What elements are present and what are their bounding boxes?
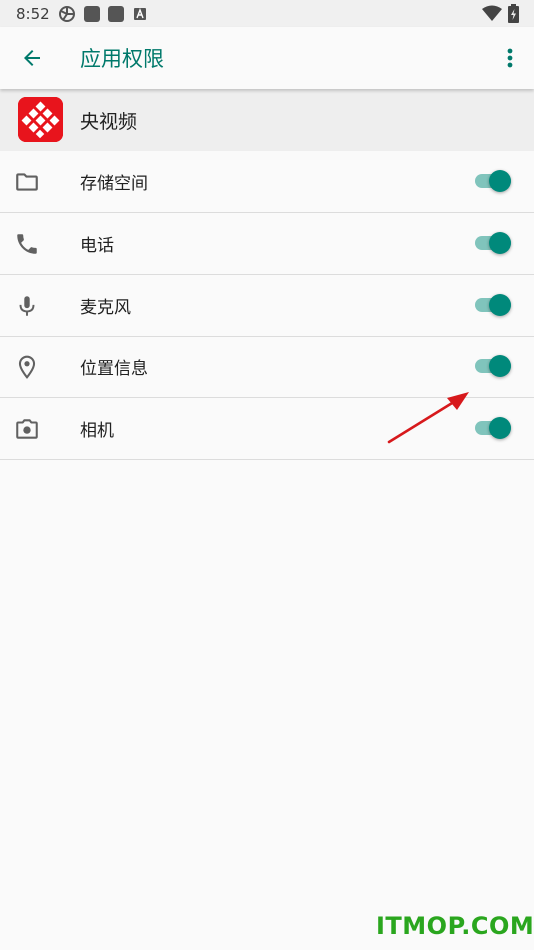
status-time: 8:52 bbox=[16, 5, 50, 23]
location-pin-icon bbox=[18, 355, 36, 379]
folder-icon bbox=[16, 173, 38, 191]
annotation-arrow-icon bbox=[387, 392, 469, 444]
wifi-icon bbox=[482, 5, 502, 21]
permission-label: 麦克风 bbox=[80, 298, 131, 318]
permission-switch-location[interactable] bbox=[473, 353, 515, 379]
permission-switch-storage[interactable] bbox=[473, 168, 515, 194]
permission-label: 相机 bbox=[80, 421, 114, 441]
permission-switch-phone[interactable] bbox=[473, 230, 515, 256]
permission-switch-camera[interactable] bbox=[473, 415, 515, 441]
app-bar: 应用权限 bbox=[0, 27, 534, 89]
cast-icon bbox=[59, 6, 75, 22]
app-name: 央视频 bbox=[80, 111, 138, 133]
permission-switch-microphone[interactable] bbox=[473, 292, 515, 318]
microphone-icon bbox=[19, 296, 35, 316]
square-icon bbox=[108, 6, 124, 22]
camera-icon bbox=[16, 419, 38, 439]
permission-label: 电话 bbox=[80, 236, 114, 256]
square-icon bbox=[84, 6, 100, 22]
arrow-left-icon[interactable] bbox=[20, 46, 44, 70]
more-vertical-icon[interactable] bbox=[500, 46, 520, 70]
permission-row-microphone[interactable]: 麦克风 bbox=[0, 275, 534, 337]
status-bar: 8:52 bbox=[0, 0, 534, 27]
permission-label: 位置信息 bbox=[80, 359, 148, 379]
battery-charging-icon bbox=[508, 4, 519, 23]
permission-label: 存储空间 bbox=[80, 174, 148, 194]
app-logo-icon bbox=[18, 97, 63, 142]
page-title: 应用权限 bbox=[80, 47, 164, 71]
permission-row-storage[interactable]: 存储空间 bbox=[0, 151, 534, 213]
a-box-icon bbox=[134, 8, 146, 20]
watermark: ITMOP.COM bbox=[376, 912, 534, 940]
permission-row-phone[interactable]: 电话 bbox=[0, 213, 534, 275]
app-header: 央视频 bbox=[0, 89, 534, 151]
phone-icon bbox=[17, 234, 37, 254]
